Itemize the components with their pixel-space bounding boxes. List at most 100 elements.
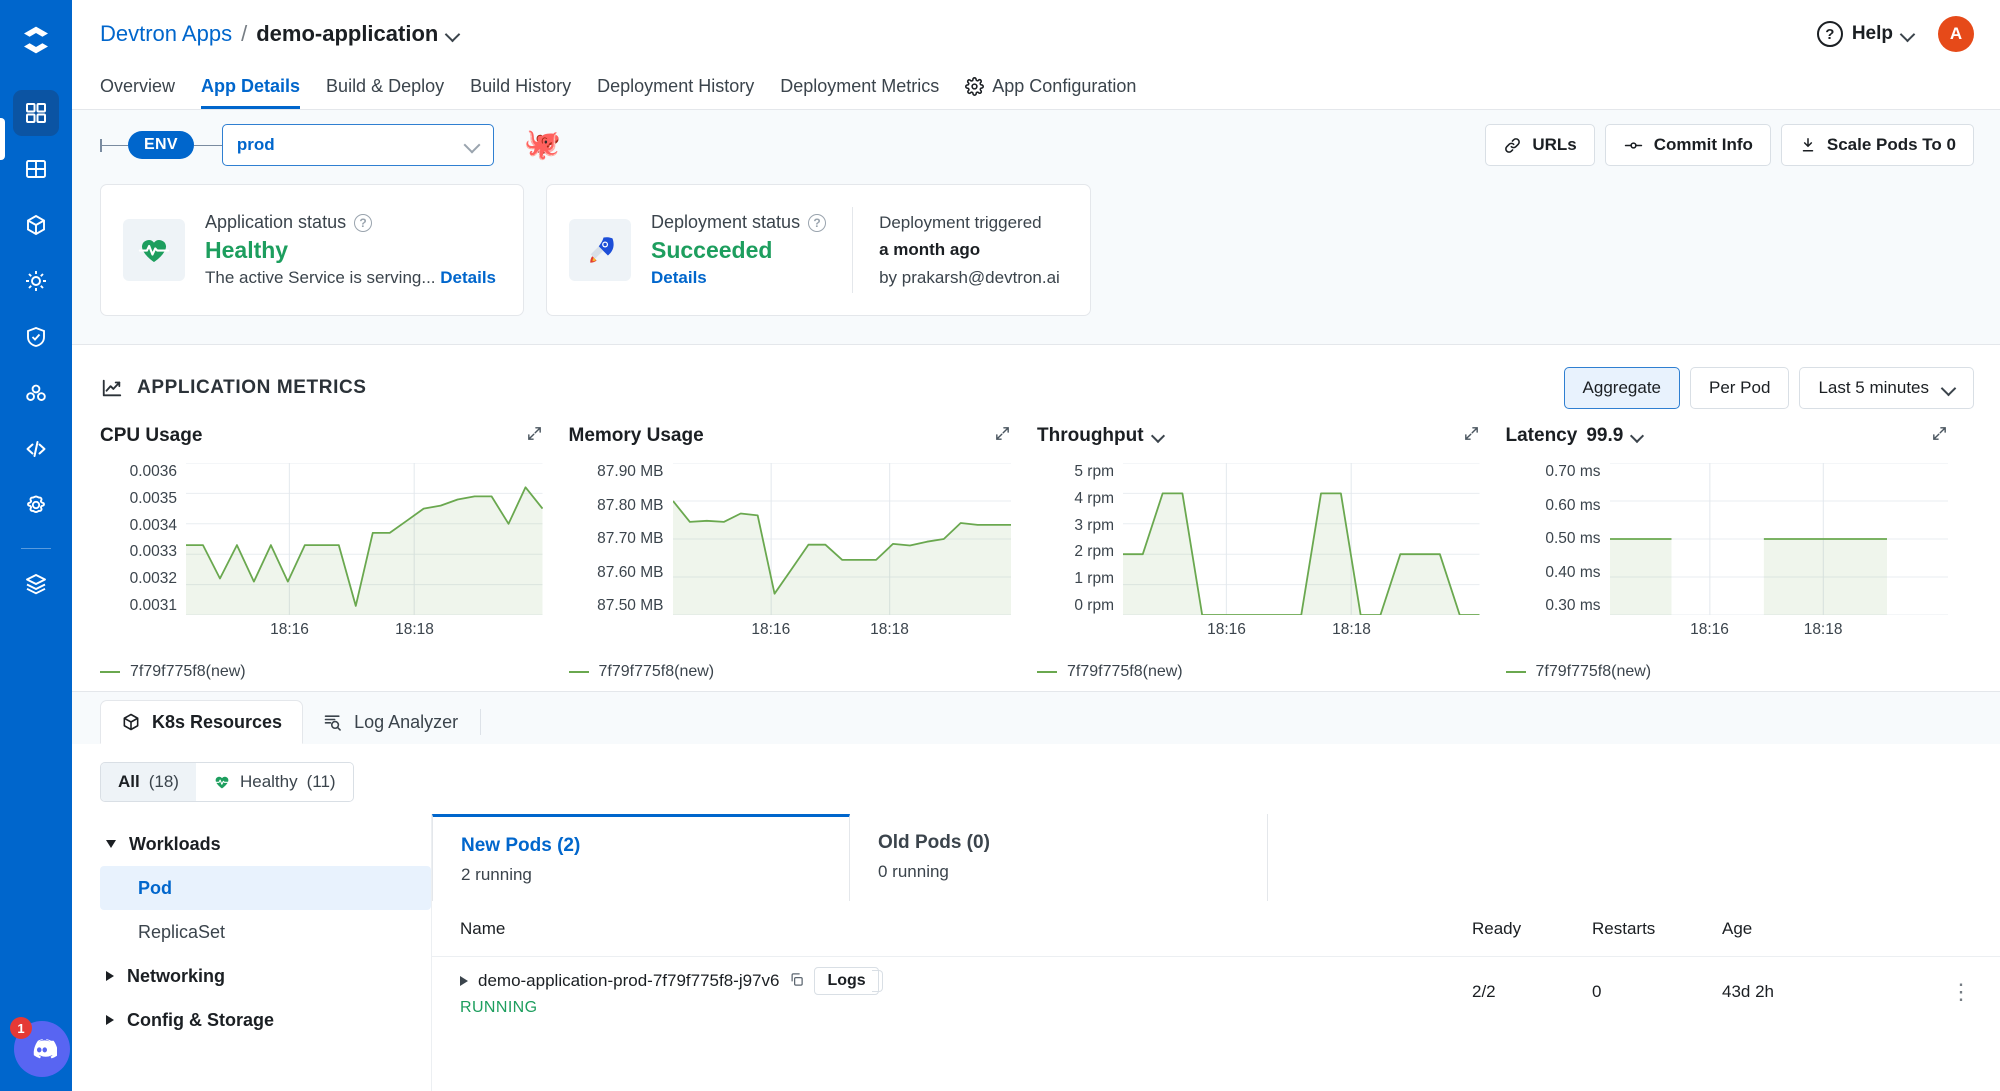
filter-label: Healthy bbox=[239, 772, 298, 791]
filter-all[interactable]: All (18) bbox=[101, 763, 196, 801]
chevron-down-icon[interactable] bbox=[447, 28, 459, 40]
legend-label: 7f79f775f8(new) bbox=[130, 663, 246, 680]
chart-y-axis: 87.90 MB 87.80 MB 87.70 MB 87.60 MB 87.5… bbox=[569, 463, 673, 615]
avatar[interactable]: A bbox=[1938, 16, 1974, 52]
tab-build-deploy[interactable]: Build & Deploy bbox=[326, 76, 444, 109]
breadcrumb-root[interactable]: Devtron Apps bbox=[100, 21, 232, 47]
left-nav-rail: 1 bbox=[0, 0, 72, 1091]
chart-throughput: Throughput 5 rpm 4 rpm 3 rpm 2 rpm 1 rpm bbox=[1037, 425, 1506, 681]
expand-icon[interactable] bbox=[1463, 425, 1480, 447]
tree-group-config-storage[interactable]: Config & Storage bbox=[100, 998, 431, 1042]
y-tick: 0.0031 bbox=[129, 596, 177, 614]
column-age: Age bbox=[1722, 918, 1753, 938]
legend-label: 7f79f775f8(new) bbox=[1535, 663, 1652, 680]
info-icon[interactable]: ? bbox=[808, 213, 827, 232]
legend-swatch bbox=[568, 670, 589, 674]
tree-item-pod[interactable]: Pod bbox=[100, 866, 431, 910]
x-tick: 18:18 bbox=[395, 621, 434, 638]
tab-label: Build History bbox=[470, 76, 572, 96]
chevron-down-icon[interactable] bbox=[1632, 431, 1643, 442]
metrics-header: APPLICATION METRICS Aggregate Per Pod La… bbox=[100, 367, 1974, 409]
deployment-trigger-info: Deployment triggered a month ago by prak… bbox=[879, 209, 1060, 292]
tree-group-label: Config & Storage bbox=[127, 1009, 274, 1030]
sidebar-item-security[interactable] bbox=[13, 314, 59, 360]
sidebar-item-helm-apps[interactable] bbox=[13, 258, 59, 304]
environment-select[interactable]: prod bbox=[221, 124, 494, 166]
deployment-status-value: Succeeded bbox=[651, 237, 773, 263]
time-range-select[interactable]: Last 5 minutes bbox=[1799, 367, 1974, 409]
tab-deployment-history[interactable]: Deployment History bbox=[597, 76, 754, 109]
row-kebab-menu[interactable]: ⋮ bbox=[1922, 979, 1972, 1005]
tab-build-history[interactable]: Build History bbox=[470, 76, 571, 109]
chart-latency: Latency 99.9 0.70 ms 0.60 ms 0.50 ms 0.4… bbox=[1505, 425, 1975, 681]
expand-icon[interactable] bbox=[526, 425, 543, 447]
sidebar-item-chart-store[interactable] bbox=[13, 146, 59, 192]
sidebar-item-stack-manager[interactable] bbox=[13, 561, 59, 607]
sidebar-item-global-config[interactable] bbox=[13, 482, 59, 528]
commit-info-button[interactable]: Commit Info bbox=[1604, 124, 1771, 166]
scale-pods-button[interactable]: Scale Pods To 0 bbox=[1780, 124, 1974, 166]
tree-group-networking[interactable]: Networking bbox=[100, 954, 431, 998]
expand-icon[interactable] bbox=[1931, 425, 1948, 447]
charts-row: CPU Usage 0.0036 0.0035 0.0034 0.0033 0.… bbox=[100, 409, 1974, 691]
info-icon[interactable]: ? bbox=[354, 213, 373, 232]
copy-icon[interactable] bbox=[789, 972, 804, 991]
filter-count: (11) bbox=[306, 772, 336, 791]
y-tick: 3 rpm bbox=[1074, 516, 1114, 534]
pod-status: RUNNING bbox=[460, 999, 538, 1016]
tab-label: Log Analyzer bbox=[354, 711, 459, 732]
application-status-desc-row: The active Service is serving... Details bbox=[205, 268, 496, 288]
tree-group-label: Workloads bbox=[129, 833, 221, 854]
tab-k8s-resources[interactable]: K8s Resources bbox=[100, 700, 304, 744]
y-tick: 0.0035 bbox=[129, 489, 177, 507]
deployment-status-body: Deployment status ? Succeeded Details bbox=[651, 212, 827, 288]
per-pod-button[interactable]: Per Pod bbox=[1690, 367, 1790, 409]
triangle-down-icon bbox=[106, 840, 116, 848]
trend-up-icon bbox=[100, 377, 124, 399]
breadcrumb-separator: / bbox=[241, 21, 248, 46]
triangle-right-icon[interactable] bbox=[460, 976, 468, 986]
chevron-down-icon[interactable] bbox=[1153, 431, 1164, 442]
aggregate-button[interactable]: Aggregate bbox=[1563, 367, 1680, 409]
sidebar-item-package[interactable] bbox=[13, 202, 59, 248]
tree-group-workloads[interactable]: Workloads bbox=[100, 822, 431, 866]
application-status-details-link[interactable]: Details bbox=[440, 268, 496, 287]
help-menu[interactable]: ? Help bbox=[1816, 21, 1914, 47]
tab-overview[interactable]: Overview bbox=[100, 76, 175, 109]
tab-deployment-metrics[interactable]: Deployment Metrics bbox=[780, 76, 939, 109]
heart-icon bbox=[213, 773, 231, 791]
environment-bar: ENV prod 🐙 URLs Commit Info Scale Pods T… bbox=[72, 110, 2000, 166]
chart-title-suffix: 99.9 bbox=[1586, 425, 1624, 446]
expand-icon[interactable] bbox=[994, 425, 1011, 447]
env-connector-line-2 bbox=[193, 144, 222, 146]
tree-item-replicaset[interactable]: ReplicaSet bbox=[100, 910, 431, 954]
tab-log-analyzer[interactable]: Log Analyzer bbox=[303, 700, 478, 744]
tab-app-details[interactable]: App Details bbox=[201, 76, 301, 109]
y-tick: 87.70 MB bbox=[597, 530, 664, 547]
resources-body: All (18) Healthy (11) Workloads Pod Repl… bbox=[72, 744, 2000, 1091]
sidebar-item-clusters[interactable] bbox=[13, 370, 59, 416]
table-row[interactable]: demo-application-prod-7f79f775f8-j97v6 L… bbox=[432, 957, 2000, 1027]
trigger-time: a month ago bbox=[879, 240, 981, 260]
logs-button[interactable]: Logs bbox=[814, 967, 883, 995]
y-tick: 0.0033 bbox=[129, 543, 177, 561]
chart-header: Memory Usage bbox=[569, 425, 1012, 447]
chevron-down-icon bbox=[1902, 28, 1914, 40]
triangle-right-icon bbox=[106, 971, 114, 981]
y-tick: 5 rpm bbox=[1074, 463, 1114, 480]
devtron-logo-icon[interactable] bbox=[14, 18, 58, 62]
link-icon bbox=[1503, 136, 1522, 155]
urls-button-label: URLs bbox=[1532, 135, 1577, 154]
sidebar-item-applications[interactable] bbox=[13, 90, 59, 136]
sidebar-item-code[interactable] bbox=[13, 426, 59, 472]
pod-tab-new[interactable]: New Pods (2) 2 running bbox=[432, 814, 850, 901]
filter-healthy[interactable]: Healthy (11) bbox=[195, 763, 353, 801]
chevron-down-icon bbox=[466, 139, 479, 152]
triangle-right-icon bbox=[106, 1015, 114, 1025]
deployment-status-details-link[interactable]: Details bbox=[651, 268, 707, 287]
pod-tab-old[interactable]: Old Pods (0) 0 running bbox=[850, 814, 1268, 901]
x-tick: 18:18 bbox=[1803, 621, 1843, 638]
discord-support-button[interactable]: 1 bbox=[10, 1017, 70, 1077]
tab-app-configuration[interactable]: App Configuration bbox=[965, 76, 1136, 109]
urls-button[interactable]: URLs bbox=[1485, 124, 1595, 166]
